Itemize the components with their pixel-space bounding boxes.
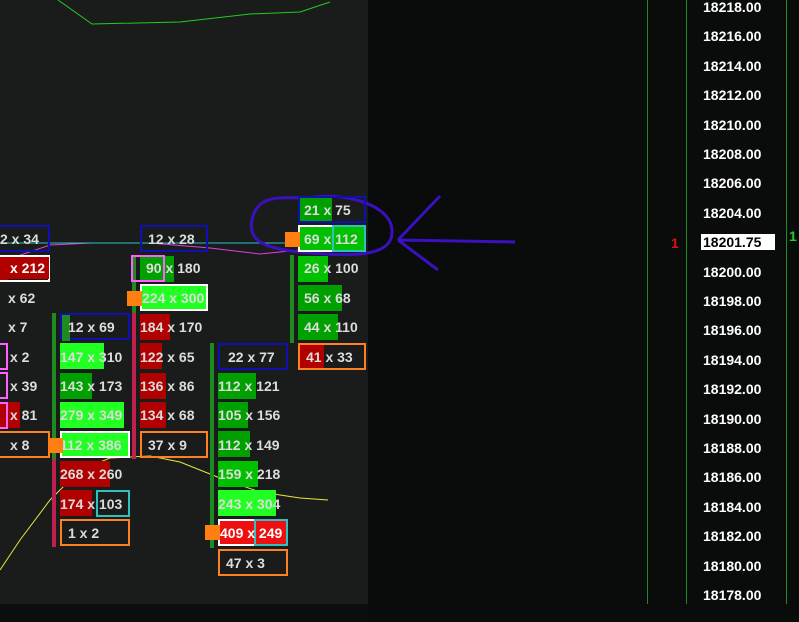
footprint-cell: 112 x 121 (218, 378, 280, 394)
footprint-cell: 2 x 34 (0, 231, 39, 247)
footprint-cell: 122 x 65 (140, 349, 195, 365)
footprint-cell: 136 x 86 (140, 378, 195, 394)
price-label: 18198.00 (703, 293, 762, 309)
column-volume-side-bar (290, 255, 294, 343)
footprint-cell: 69 x 112 (304, 231, 358, 247)
position-counter-right: 1 (789, 228, 797, 244)
footprint-cell: 143 x 173 (60, 378, 123, 394)
footprint-cell: 90 x 180 (146, 260, 201, 276)
footprint-cell: x 39 (10, 378, 38, 394)
price-label: 18210.00 (703, 116, 762, 133)
current-price-label: 18201.75 (701, 234, 775, 251)
footprint-cell: 47 x 3 (226, 555, 265, 571)
price-label: 18218.00 (703, 0, 762, 15)
price-label: 18180.00 (703, 557, 762, 574)
position-counter-left: 1 (671, 235, 679, 251)
footprint-cell: 37 x 9 (148, 437, 187, 453)
footprint-cell: x 2 (10, 349, 30, 365)
annotation-arrow (396, 194, 516, 272)
price-label: 18196.00 (703, 322, 762, 339)
footprint-cell: 159 x 218 (218, 466, 281, 482)
price-label: 18204.00 (703, 204, 762, 221)
footprint-cell: 279 x 349 (60, 407, 123, 423)
orange-trade-marker (127, 291, 142, 306)
price-label: 18190.00 (703, 410, 762, 427)
footprint-cell: 243 x 304 (218, 496, 281, 512)
footprint-cell: 41 x 33 (306, 349, 353, 365)
price-label: 18214.00 (703, 57, 762, 74)
footprint-cell: x 8 (10, 437, 30, 453)
footprint-cell: 112 x 149 (218, 437, 280, 453)
price-label: 18188.00 (703, 440, 762, 456)
footprint-cell: 1 x 2 (68, 525, 100, 541)
footprint-cell: 174 x 103 (60, 496, 123, 512)
price-label: 18184.00 (703, 498, 762, 515)
footprint-cell: 44 x 110 (304, 319, 358, 335)
price-label: 18216.00 (703, 28, 762, 45)
footprint-cell: x 81 (10, 407, 38, 423)
footprint-cell: 147 x 310 (60, 349, 123, 365)
price-label: 18200.00 (703, 263, 762, 280)
footprint-cell: 184 x 170 (140, 319, 203, 335)
green-indicator-line (57, 0, 331, 25)
footprint-cell: 224 x 300 (142, 290, 205, 306)
price-label: 18212.00 (703, 87, 762, 104)
footprint-cell: 21 x 75 (304, 202, 351, 218)
price-label: 18182.00 (703, 528, 762, 545)
footprint-cell: 268 x 260 (60, 466, 123, 482)
orange-trade-marker (48, 438, 63, 453)
footprint-cell: 409 x 249 (220, 525, 283, 541)
price-label: 18206.00 (703, 175, 762, 192)
orange-trade-marker (205, 525, 220, 540)
price-label: 18192.00 (703, 381, 762, 398)
footprint-cell: 105 x 156 (218, 407, 281, 423)
footprint-cell: x 7 (8, 319, 28, 335)
footprint-cell: x 212 (6, 257, 50, 279)
orange-trade-marker (285, 232, 300, 247)
footprint-cell: 22 x 77 (228, 349, 275, 365)
footprint-cell: 112 x 386 (60, 437, 122, 453)
price-label: 18194.00 (703, 351, 762, 368)
orderflow-chart-window: 2 x 34 x 212 x 62 x 7 x 2 x 39 x 81 x 8 … (0, 0, 799, 622)
footprint-cell: 12 x 28 (148, 231, 195, 247)
price-label: 18178.00 (703, 587, 762, 603)
footprint-cell: 134 x 68 (140, 407, 195, 423)
price-label: 18208.00 (703, 146, 762, 162)
price-label: 18186.00 (703, 469, 762, 486)
footprint-cell: 56 x 68 (304, 290, 351, 306)
footprint-cell: 12 x 69 (68, 319, 115, 335)
footprint-cell: x 62 (8, 290, 36, 306)
footprint-cell: 26 x 100 (304, 260, 359, 276)
